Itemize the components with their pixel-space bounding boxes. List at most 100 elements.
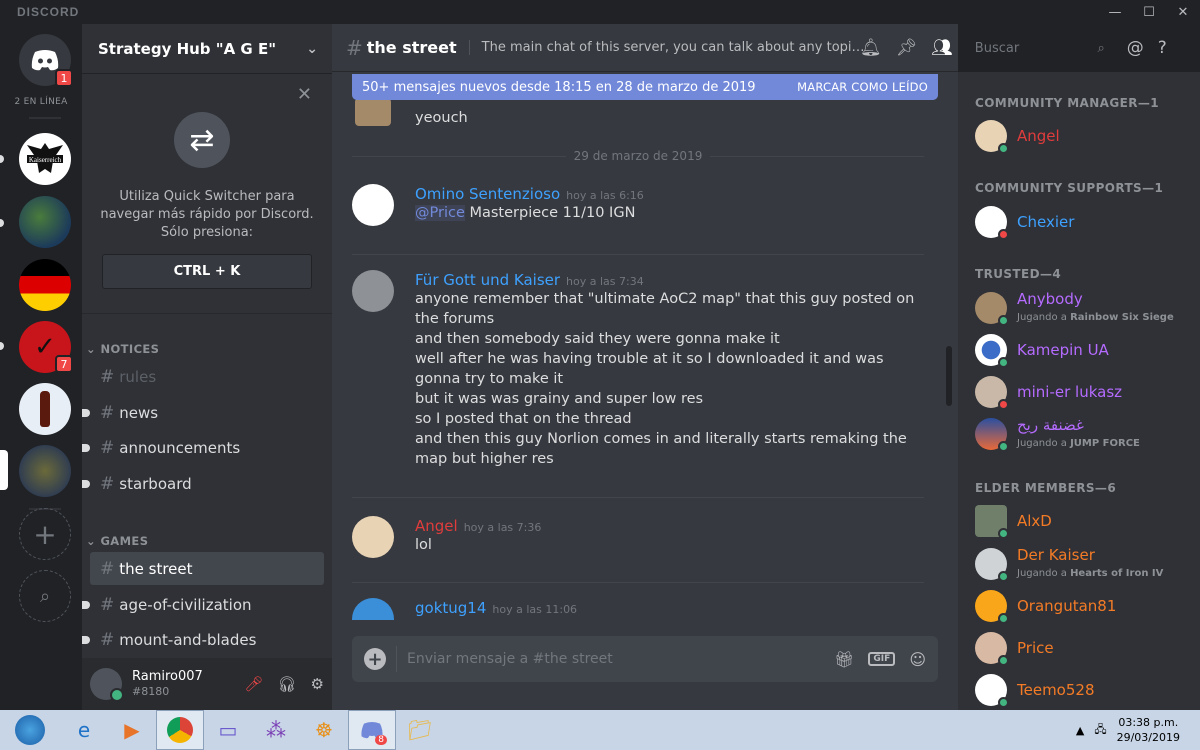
avatar[interactable]	[352, 270, 394, 312]
clock-time: 03:38 p.m.	[1118, 716, 1179, 729]
online-count: 2 EN LÍNEA	[14, 97, 68, 107]
message-input[interactable]	[407, 651, 835, 667]
clock[interactable]: 03:38 p.m. 29/03/2019	[1117, 715, 1180, 745]
svg-text:Kaiserreich: Kaiserreich	[29, 156, 62, 164]
member-group-title: COMMUNITY SUPPORTS—1	[975, 181, 1164, 195]
minimize-icon[interactable]: —	[1098, 0, 1132, 24]
avatar[interactable]	[352, 516, 394, 558]
mention-icon[interactable]: @	[1127, 38, 1144, 58]
molecule-icon[interactable]: ⁂	[252, 710, 300, 750]
member-name: Price	[1017, 638, 1054, 657]
new-messages-bar[interactable]: 50+ mensajes nuevos desde 18:15 en 28 de…	[352, 74, 938, 100]
clock-date: 29/03/2019	[1116, 731, 1180, 744]
member-name: Kamepin UA	[1017, 340, 1109, 359]
folder-icon[interactable]: 📁︎	[396, 710, 444, 750]
avatar	[975, 674, 1009, 708]
pin-icon[interactable]: 📌︎	[896, 38, 918, 58]
avatar[interactable]	[355, 98, 391, 126]
bell-icon[interactable]: 🔔︎	[860, 38, 882, 58]
start-button[interactable]	[0, 710, 60, 750]
avatar[interactable]	[352, 598, 394, 620]
chrome-icon[interactable]	[156, 710, 204, 750]
channel-rules[interactable]: # rules	[90, 360, 324, 393]
member-name: mini-er lukasz	[1017, 382, 1123, 401]
channel-news[interactable]: # news	[82, 396, 324, 429]
scrollbar-thumb[interactable]	[946, 346, 952, 406]
emoji-icon[interactable]: ☺	[909, 650, 926, 669]
member-item[interactable]: mini-er lukasz	[975, 372, 1195, 412]
tray-arrow-icon[interactable]: ▲	[1076, 724, 1084, 737]
category-label: NOTICES	[100, 342, 160, 356]
member-item[interactable]: Chexier	[975, 202, 1195, 242]
new-messages-text: 50+ mensajes nuevos desde 18:15 en 28 de…	[362, 79, 756, 95]
category-games[interactable]: ⌄ GAMES	[86, 534, 148, 548]
member-item[interactable]: AlxD	[975, 501, 1195, 541]
system-tray: ▲ 🖧︎ 03:38 p.m. 29/03/2019	[1076, 710, 1200, 750]
mark-as-read-button[interactable]: MARCAR COMO LEÍDO	[797, 80, 928, 94]
user-mention[interactable]: @Price	[415, 205, 465, 221]
message-author[interactable]: goktug14	[415, 599, 486, 617]
server-discovery-button[interactable]: ⌕	[19, 570, 71, 622]
os-taskbar: e ▶ ▭ ⁂ ☸ 8 📁︎ ▲ 🖧︎ 03:38 p.m. 29/03/201…	[0, 710, 1200, 750]
member-item[interactable]: غضنفة ريح Jugando a JUMP FORCE	[975, 414, 1195, 454]
search-input[interactable]: Buscar ⌕	[966, 35, 1113, 61]
message-list[interactable]: yeouch 29 de marzo de 2019 Omino Sentenz…	[332, 72, 958, 620]
channel-age-of-civilization[interactable]: # age-of-civilization	[82, 588, 324, 621]
headphones-icon[interactable]: 🎧︎	[278, 675, 297, 693]
member-item[interactable]: Anybody Jugando a Rainbow Six Siege	[975, 288, 1195, 328]
message-text: but it was was grainy and super low res	[415, 391, 704, 407]
avatar[interactable]	[352, 184, 394, 226]
server-icon-cola[interactable]	[19, 383, 71, 435]
channel-label: starboard	[119, 474, 192, 493]
member-item[interactable]: Orangutan81	[975, 586, 1195, 626]
message-author[interactable]: Angel	[415, 517, 458, 535]
member-item[interactable]: Der Kaiser Jugando a Hearts of Iron IV	[975, 544, 1195, 584]
media-player-icon[interactable]: ▶	[108, 710, 156, 750]
channel-topic[interactable]: The main chat of this server, you can ta…	[468, 40, 869, 55]
member-name: Teemo528	[1017, 680, 1095, 699]
member-activity: Jugando a Rainbow Six Siege	[1017, 311, 1174, 323]
channel-announcements[interactable]: # announcements	[82, 431, 324, 464]
server-icon-germany[interactable]	[19, 259, 71, 311]
wheel-icon[interactable]: ☸	[300, 710, 348, 750]
category-notices[interactable]: ⌄ NOTICES	[86, 342, 159, 356]
gameboy-icon[interactable]: ▭	[204, 710, 252, 750]
message-text: and then somebody said they were gonna m…	[415, 331, 780, 347]
help-icon[interactable]: ?	[1158, 38, 1167, 58]
member-item[interactable]: Price	[975, 628, 1195, 668]
gear-icon[interactable]: ⚙	[311, 675, 324, 693]
server-icon-worldmap[interactable]	[19, 445, 71, 497]
member-group-title: COMMUNITY MANAGER—1	[975, 96, 1159, 110]
members-icon[interactable]: 👥︎	[931, 38, 953, 58]
message-timestamp: hoy a las 11:06	[492, 603, 578, 616]
network-icon[interactable]: 🖧︎	[1094, 721, 1106, 740]
avatar	[975, 548, 1009, 582]
mute-mic-icon[interactable]: 🎤︎	[244, 675, 263, 693]
member-item[interactable]: Teemo528	[975, 670, 1195, 710]
member-list[interactable]: COMMUNITY MANAGER—1 Angel COMMUNITY SUPP…	[958, 72, 1200, 710]
server-icon-earth[interactable]	[19, 196, 71, 248]
message-author[interactable]: Omino Sentenzioso	[415, 185, 560, 203]
close-icon[interactable]: ✕	[297, 84, 312, 105]
channel-mount-and-blades[interactable]: # mount-and-blades	[82, 623, 324, 656]
message-author[interactable]: Für Gott und Kaiser	[415, 271, 560, 289]
guild-name: Strategy Hub "A G E"	[98, 39, 277, 58]
channel-the-street[interactable]: # the street	[90, 552, 324, 585]
gif-icon[interactable]: GIF	[868, 652, 896, 666]
member-item[interactable]: Angel	[975, 116, 1195, 156]
discord-taskbar-icon[interactable]: 8	[348, 710, 396, 750]
swap-arrows-icon: ⇄	[174, 112, 230, 168]
member-item[interactable]: Kamepin UA	[975, 330, 1195, 370]
guild-header[interactable]: Strategy Hub "A G E" ⌄	[82, 24, 332, 74]
server-icon-kaiserreich[interactable]: Kaiserreich	[19, 133, 71, 185]
internet-explorer-icon[interactable]: e	[60, 710, 108, 750]
close-icon[interactable]: ✕	[1166, 0, 1200, 24]
add-server-button[interactable]: +	[19, 508, 71, 560]
gift-icon[interactable]: 🎁︎	[834, 650, 854, 669]
channel-starboard[interactable]: # starboard	[82, 467, 324, 500]
user-panel: Ramiro007 #8180 🎤︎ 🎧︎ ⚙	[82, 658, 332, 710]
upload-plus-icon[interactable]: +	[364, 648, 386, 670]
user-discriminator: #8180	[132, 685, 170, 698]
avatar[interactable]	[90, 668, 124, 702]
maximize-icon[interactable]: ☐	[1132, 0, 1166, 24]
